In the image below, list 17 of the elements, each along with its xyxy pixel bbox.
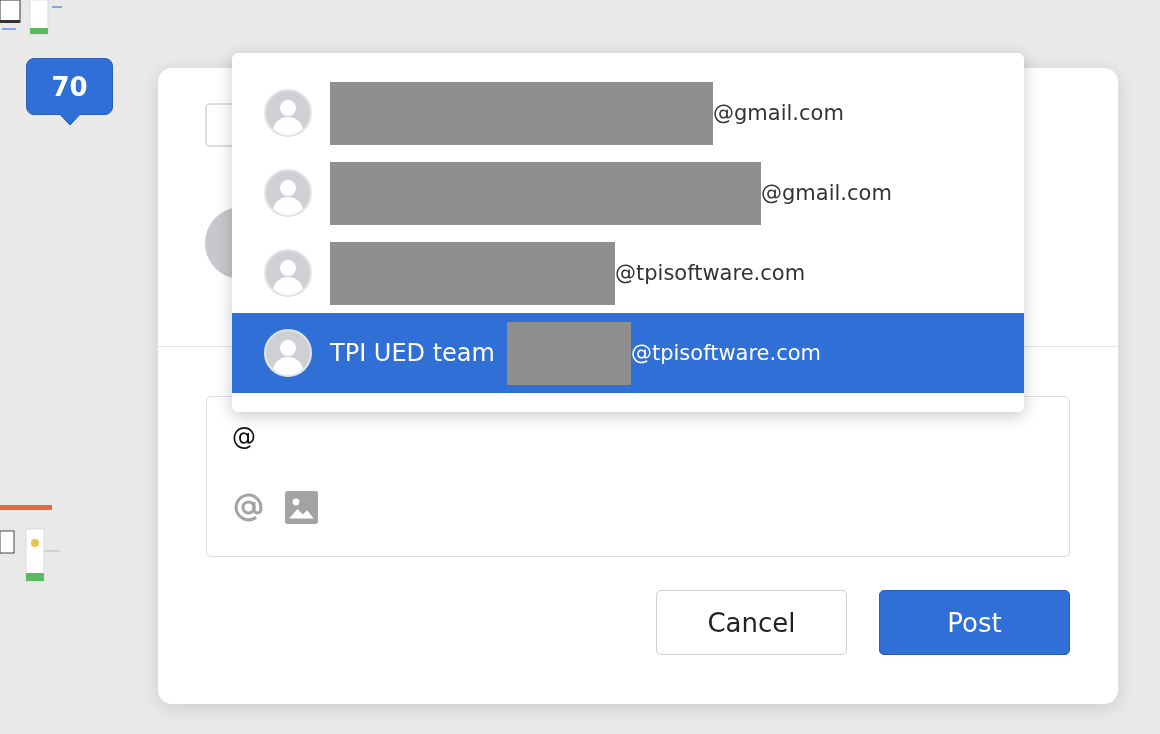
- email-domain: @tpisoftware.com: [630, 341, 822, 365]
- mention-option[interactable]: @tpisoftware.com: [232, 233, 1024, 313]
- comment-text: @: [232, 423, 256, 451]
- at-sign-icon[interactable]: [232, 491, 265, 524]
- email-domain: @gmail.com: [713, 101, 844, 125]
- image-icon[interactable]: [285, 491, 318, 524]
- avatar-icon: [264, 329, 312, 377]
- cancel-button[interactable]: Cancel: [656, 590, 847, 655]
- mention-option[interactable]: @gmail.com: [232, 73, 1024, 153]
- mention-option[interactable]: @gmail.com: [232, 153, 1024, 233]
- post-button[interactable]: Post: [879, 590, 1070, 655]
- step-badge: 70: [26, 58, 113, 125]
- avatar-icon: [264, 89, 312, 137]
- email-domain: @gmail.com: [761, 181, 892, 205]
- email-domain: @tpisoftware.com: [615, 261, 806, 285]
- mention-option[interactable]: TPI UED team @tpisoftware.com: [232, 313, 1024, 393]
- contact-name: TPI UED team: [330, 339, 495, 367]
